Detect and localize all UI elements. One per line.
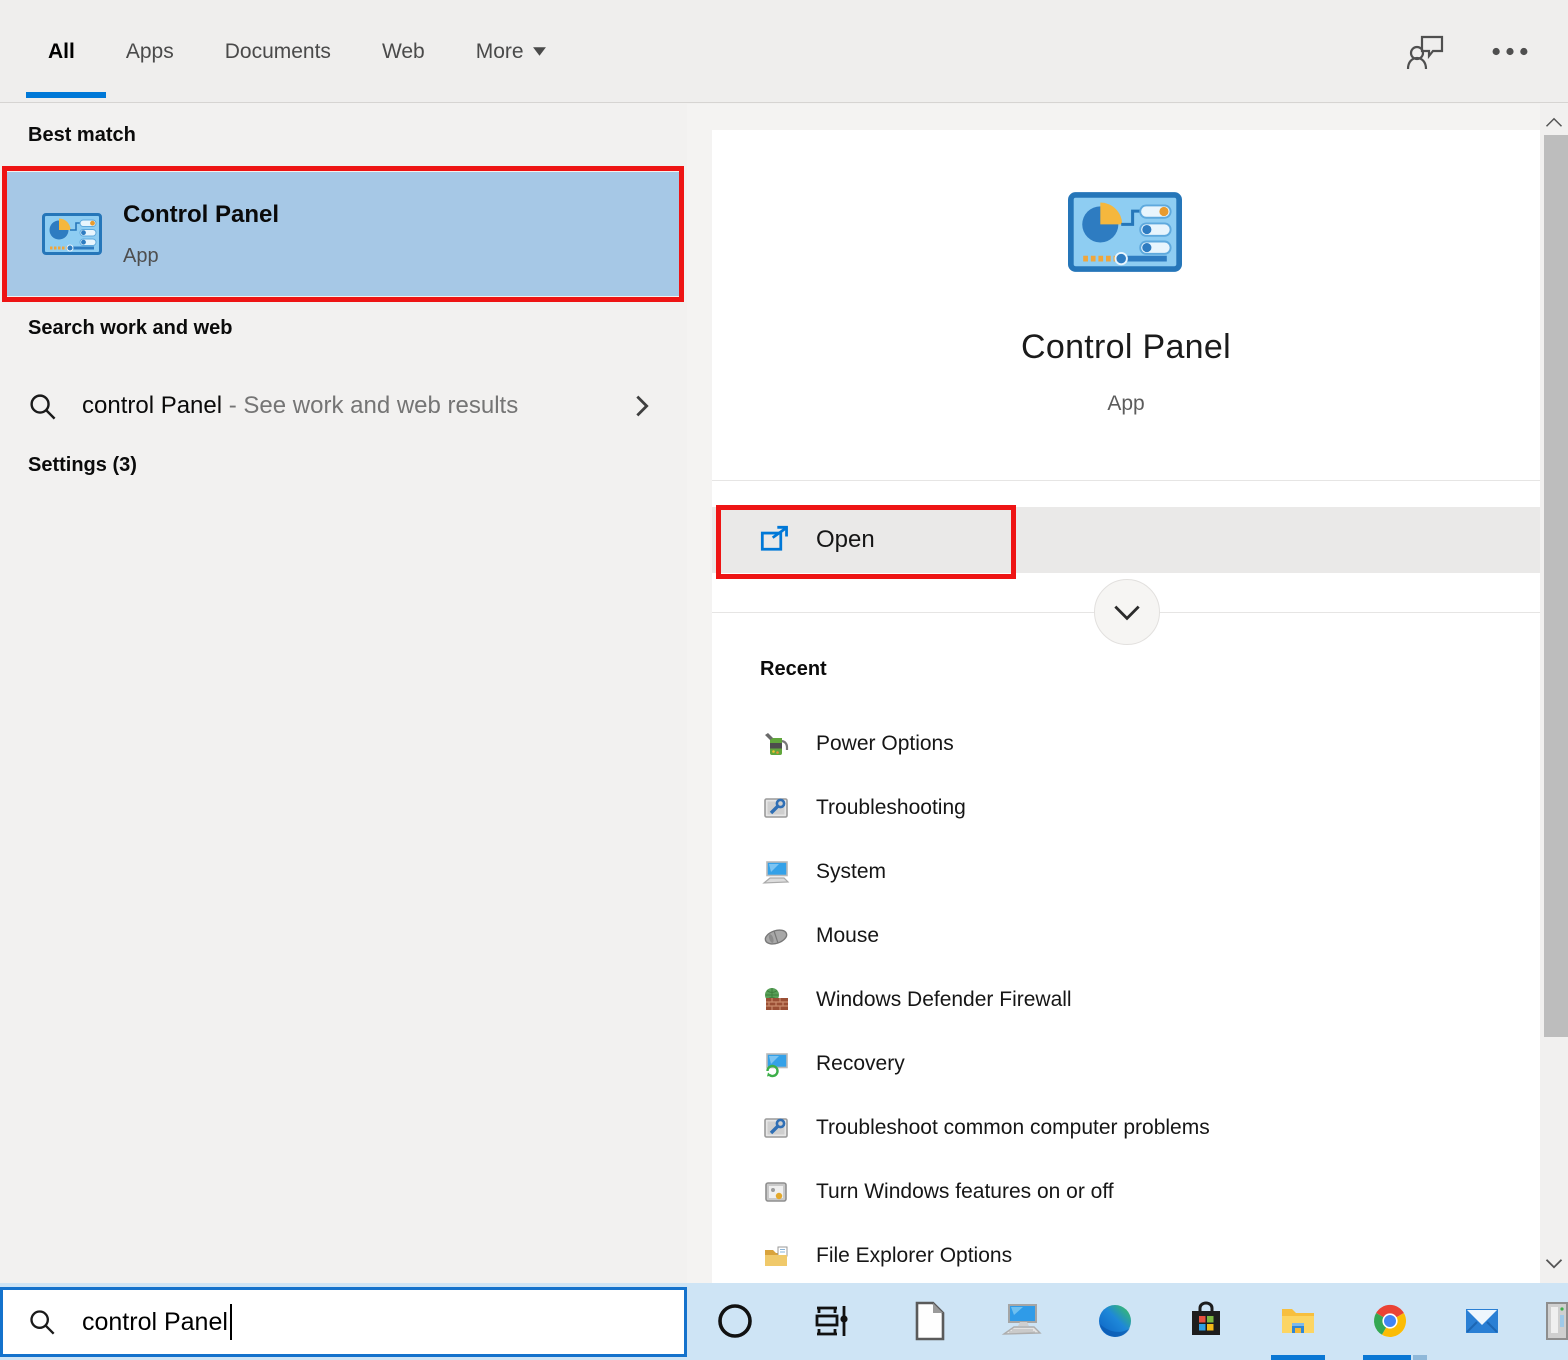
app-title: Control Panel — [712, 328, 1540, 367]
tab-all[interactable]: All — [48, 40, 75, 64]
remote-desktop-icon — [1000, 1299, 1044, 1343]
caret-down-icon — [532, 46, 547, 57]
scroll-up-arrow[interactable] — [1540, 108, 1568, 136]
app-preview-header: Control Panel App — [712, 130, 1540, 480]
cortana-icon — [713, 1299, 757, 1343]
settings-heading: Settings (3) — [28, 454, 137, 477]
taskbar-icon-chrome[interactable] — [1368, 1296, 1412, 1346]
recent-item-power-options[interactable]: Power Options — [712, 712, 1540, 776]
best-match-title: Control Panel — [123, 201, 279, 229]
taskbar-icon-libreoffice[interactable] — [907, 1296, 951, 1346]
chevron-down-icon — [1113, 604, 1141, 621]
recent-item-windows-features[interactable]: Turn Windows features on or off — [712, 1160, 1540, 1224]
running-indicator-secondary — [1413, 1355, 1427, 1360]
search-icon — [28, 392, 57, 421]
divider — [712, 480, 1540, 481]
best-match-result-control-panel[interactable]: Control Panel App — [7, 172, 679, 296]
device-icon — [1545, 1299, 1568, 1343]
tab-web[interactable]: Web — [382, 40, 425, 64]
feedback-user-icon[interactable] — [1406, 32, 1446, 72]
recent-item-troubleshoot-problems[interactable]: Troubleshoot common computer problems — [712, 1096, 1540, 1160]
best-match-heading: Best match — [28, 124, 136, 147]
active-tab-underline — [26, 92, 106, 98]
taskbar-icon-remote-desktop[interactable] — [1000, 1296, 1044, 1346]
taskbar-icon-cortana[interactable] — [713, 1296, 757, 1346]
search-icon — [28, 1308, 56, 1336]
recovery-icon — [762, 1050, 790, 1078]
tab-more[interactable]: More — [476, 40, 547, 64]
taskbar-icon-microsoft-store[interactable] — [1184, 1296, 1228, 1346]
file-explorer-options-icon — [762, 1242, 790, 1270]
taskbar: control Panel — [0, 1283, 1568, 1360]
task-view-icon — [809, 1299, 853, 1343]
recent-list: Power Options Troubleshooting System Mou… — [712, 712, 1540, 1288]
tab-documents[interactable]: Documents — [225, 40, 331, 64]
tab-apps[interactable]: Apps — [126, 40, 174, 64]
system-icon — [762, 858, 790, 886]
web-search-suffix: - See work and web results — [222, 392, 518, 419]
web-search-query: control Panel — [82, 392, 222, 419]
taskbar-icon-edge[interactable] — [1093, 1296, 1137, 1346]
running-indicator-chrome — [1363, 1355, 1411, 1360]
recent-item-troubleshooting[interactable]: Troubleshooting — [712, 776, 1540, 840]
power-options-icon — [762, 730, 790, 758]
microsoft-store-icon — [1184, 1299, 1228, 1343]
recent-item-system[interactable]: System — [712, 840, 1540, 904]
open-external-icon — [760, 525, 790, 555]
chevron-down-icon — [1545, 1258, 1563, 1269]
control-panel-icon — [42, 213, 102, 255]
recent-item-recovery[interactable]: Recovery — [712, 1032, 1540, 1096]
control-panel-icon-large — [1068, 192, 1182, 272]
web-search-suggestion-row[interactable]: control Panel - See work and web results — [0, 376, 687, 436]
mouse-icon — [762, 922, 790, 950]
scrollbar-thumb[interactable] — [1544, 135, 1568, 1037]
recent-heading: Recent — [760, 658, 827, 681]
open-button-label: Open — [816, 526, 875, 554]
edge-icon — [1093, 1299, 1137, 1343]
ellipsis-menu-icon[interactable] — [1492, 47, 1528, 56]
scroll-down-arrow[interactable] — [1540, 1249, 1568, 1277]
chrome-icon — [1368, 1299, 1412, 1343]
recent-item-mouse[interactable]: Mouse — [712, 904, 1540, 968]
troubleshooting-icon — [762, 794, 790, 822]
open-action-row[interactable]: Open — [712, 507, 1540, 573]
search-filter-bar: All Apps Documents Web More — [0, 0, 1568, 103]
taskbar-icon-task-view[interactable] — [809, 1296, 853, 1346]
windows-search-flyout: All Apps Documents Web More Best match C… — [0, 0, 1568, 1360]
mail-icon — [1460, 1299, 1504, 1343]
search-box-value: control Panel — [82, 1308, 228, 1337]
file-explorer-icon — [1276, 1299, 1320, 1343]
running-indicator-file-explorer — [1271, 1355, 1325, 1360]
chevron-up-icon — [1545, 117, 1563, 128]
recent-item-windows-defender-firewall[interactable]: Windows Defender Firewall — [712, 968, 1540, 1032]
recent-item-file-explorer-options[interactable]: File Explorer Options — [712, 1224, 1540, 1288]
taskbar-icon-file-explorer[interactable] — [1276, 1296, 1320, 1346]
best-match-subtitle: App — [123, 245, 279, 268]
scrollbar[interactable] — [1540, 104, 1568, 1283]
search-work-web-heading: Search work and web — [28, 317, 233, 340]
app-subtitle: App — [712, 392, 1540, 416]
taskbar-search-box[interactable]: control Panel — [0, 1287, 687, 1357]
taskbar-icon-device[interactable] — [1545, 1296, 1568, 1346]
troubleshooting-icon — [762, 1114, 790, 1142]
firewall-icon — [762, 986, 790, 1014]
text-cursor — [230, 1304, 232, 1340]
expand-actions-button[interactable] — [1094, 579, 1160, 645]
preview-panel: Control Panel App Open Recent Power Opti… — [712, 130, 1540, 1283]
chevron-right-icon — [635, 394, 649, 418]
taskbar-icon-mail[interactable] — [1460, 1296, 1504, 1346]
libreoffice-icon — [907, 1299, 951, 1343]
windows-features-icon — [762, 1178, 790, 1206]
search-results-panel: Best match Control Panel App Search work… — [0, 104, 687, 1283]
